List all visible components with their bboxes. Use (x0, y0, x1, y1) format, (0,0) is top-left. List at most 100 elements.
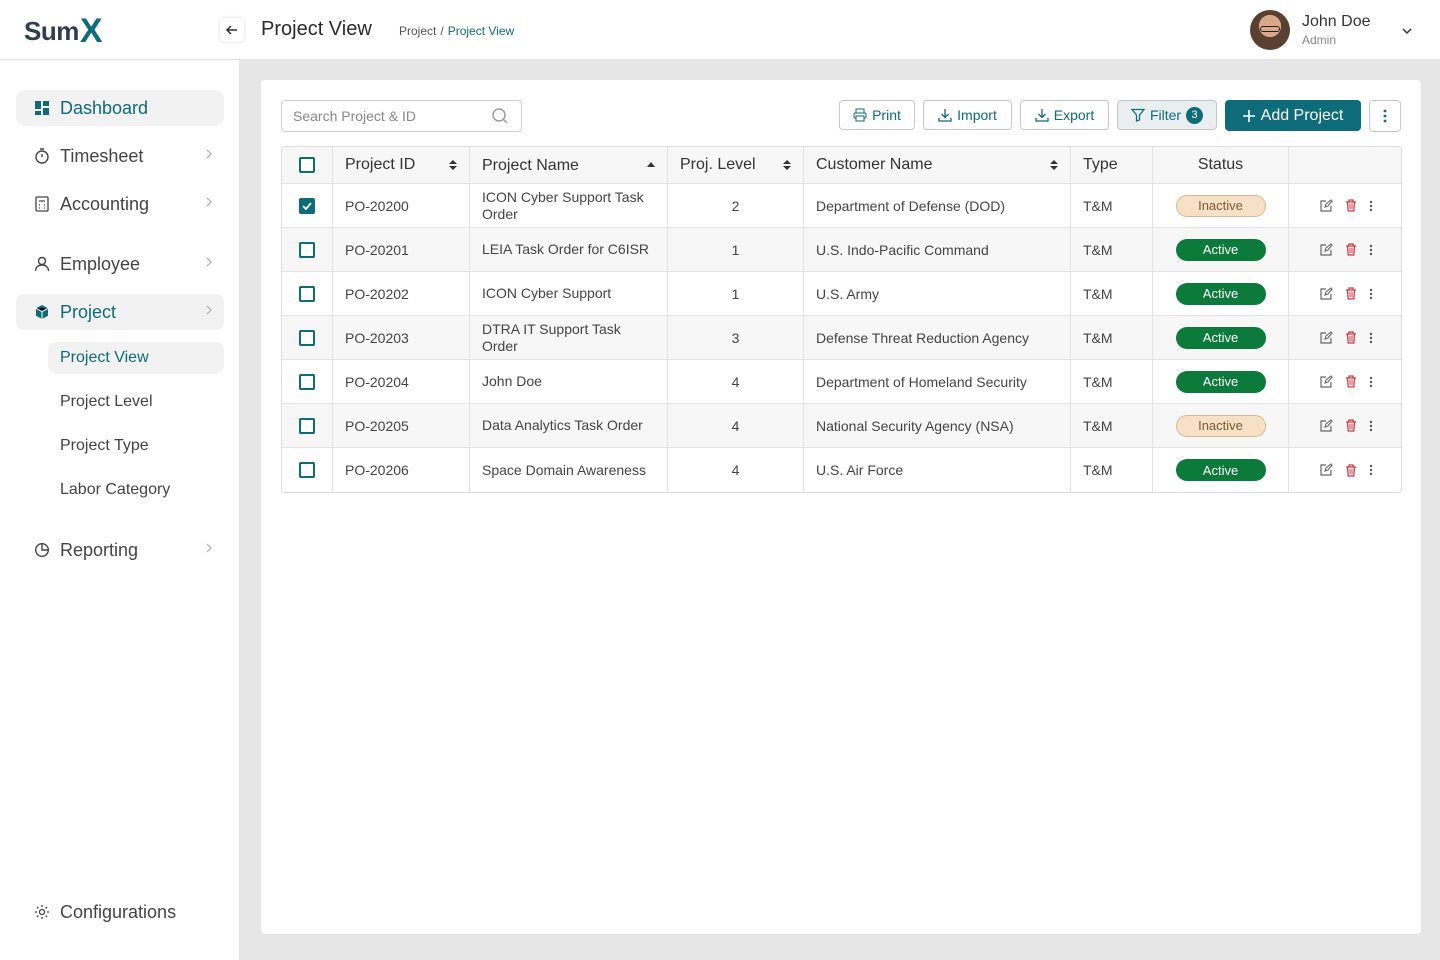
edit-icon[interactable] (1319, 418, 1333, 433)
table-row[interactable]: PO-20203 DTRA IT Support Task Order 3 Defen… (282, 316, 1401, 360)
row-checkbox[interactable] (299, 285, 315, 302)
row-checkbox[interactable] (299, 241, 315, 258)
column-header-customer-name[interactable]: Customer Name (804, 147, 1071, 183)
sidebar-item-reporting[interactable]: Reporting (16, 532, 224, 568)
table-row[interactable]: PO-20200 ICON Cyber Support Task Order 2 De… (282, 184, 1401, 228)
user-menu[interactable]: John Doe Admin (1250, 10, 1412, 50)
sidebar-subitem-project-view[interactable]: Project View (48, 342, 224, 374)
row-checkbox[interactable] (299, 373, 315, 390)
sidebar-item-dashboard[interactable]: Dashboard (16, 90, 224, 126)
search-input[interactable] (281, 100, 522, 132)
sidebar-subitem-project-type[interactable]: Project Type (48, 430, 224, 462)
more-options-button[interactable] (1369, 100, 1401, 132)
chevron-right-icon (206, 257, 212, 267)
row-checkbox[interactable] (299, 462, 315, 478)
project-name-cell: Space Domain Awareness (470, 448, 668, 492)
table-row[interactable]: PO-20205 Data Analytics Task Order 4 Nation… (282, 404, 1401, 448)
user-role: Admin (1302, 33, 1337, 47)
row-checkbox[interactable] (299, 329, 315, 346)
select-all-checkbox[interactable] (299, 157, 315, 173)
table-row[interactable]: PO-20202 ICON Cyber Support 1 U.S. Army T&M A… (282, 272, 1401, 316)
type-cell: T&M (1071, 184, 1153, 227)
search-icon (492, 108, 508, 124)
edit-icon[interactable] (1319, 242, 1333, 257)
project-name-cell: ICON Cyber Support Task Order (470, 184, 668, 227)
row-more-icon[interactable] (1369, 332, 1373, 344)
chevron-down-icon[interactable] (1400, 24, 1414, 38)
row-checkbox[interactable] (299, 197, 315, 214)
gear-icon (34, 904, 50, 920)
delete-icon[interactable] (1345, 419, 1357, 432)
breadcrumb: Project / Project View (399, 24, 514, 38)
project-id-cell: PO-20201 (333, 228, 470, 271)
add-project-button[interactable]: Add Project (1225, 100, 1361, 131)
column-header-proj-level[interactable]: Proj. Level (668, 147, 804, 183)
sidebar-item-label: Timesheet (60, 145, 144, 166)
sort-icon (783, 160, 791, 170)
project-name-cell: DTRA IT Support Task Order (470, 316, 668, 359)
row-more-icon[interactable] (1369, 244, 1373, 256)
edit-icon[interactable] (1319, 463, 1333, 477)
customer-name-cell: Defense Threat Reduction Agency (804, 316, 1071, 359)
import-button[interactable]: Import (923, 100, 1012, 130)
type-cell: T&M (1071, 316, 1153, 359)
edit-icon[interactable] (1319, 286, 1333, 301)
table-header-row: Project ID Project Name Proj. Level Cust… (282, 147, 1401, 184)
table-row[interactable]: PO-20204 John Doe 4 Department of Homeland … (282, 360, 1401, 404)
sidebar-item-accounting[interactable]: Accounting (16, 186, 224, 222)
edit-icon[interactable] (1319, 374, 1333, 389)
sidebar-item-timesheet[interactable]: Timesheet (16, 138, 224, 174)
sidebar-item-project[interactable]: Project (16, 294, 224, 330)
sidebar-item-label: Accounting (60, 193, 150, 214)
row-more-icon[interactable] (1369, 464, 1373, 476)
chevron-right-icon (206, 149, 212, 159)
breadcrumb-separator: / (440, 24, 444, 38)
status-badge: Active (1175, 459, 1266, 481)
edit-icon[interactable] (1319, 330, 1333, 345)
table-row[interactable]: PO-20201 LEIA Task Order for C6ISR 1 U.S. I… (282, 228, 1401, 272)
project-id-cell: PO-20203 (333, 316, 470, 359)
sidebar-item-label: Project (60, 301, 117, 322)
sidebar-subitem-labor-category[interactable]: Labor Category (48, 474, 224, 506)
filter-button[interactable]: Filter 3 (1117, 100, 1217, 130)
sidebar-item-configurations[interactable]: Configurations (16, 894, 224, 930)
pie-chart-icon (34, 542, 50, 558)
row-more-icon[interactable] (1369, 200, 1373, 212)
proj-level-cell: 1 (668, 228, 804, 271)
sidebar-item-label: Reporting (60, 539, 139, 560)
customer-name-cell: National Security Agency (NSA) (804, 404, 1071, 447)
print-button[interactable]: Print (839, 100, 915, 130)
delete-icon[interactable] (1345, 375, 1357, 388)
project-table: Project ID Project Name Proj. Level Cust… (281, 146, 1402, 493)
column-header-project-name[interactable]: Project Name (470, 147, 668, 183)
app-logo[interactable]: Sum X (24, 10, 103, 52)
top-bar: Sum X Project View Project / Project View… (0, 0, 1440, 60)
customer-name-cell: Department of Defense (DOD) (804, 184, 1071, 227)
row-more-icon[interactable] (1369, 376, 1373, 388)
edit-icon[interactable] (1319, 198, 1333, 213)
sidebar-subitem-project-level[interactable]: Project Level (48, 386, 224, 418)
calculator-icon (34, 196, 50, 212)
avatar (1250, 10, 1290, 50)
page-title: Project View (261, 18, 372, 40)
row-more-icon[interactable] (1369, 420, 1373, 432)
delete-icon[interactable] (1345, 463, 1357, 477)
sort-ascending-icon (647, 162, 655, 167)
delete-icon[interactable] (1345, 331, 1357, 344)
delete-icon[interactable] (1345, 243, 1357, 256)
row-checkbox[interactable] (299, 417, 315, 434)
chevron-right-icon (206, 543, 212, 553)
sidebar-item-employee[interactable]: Employee (16, 246, 224, 282)
type-cell: T&M (1071, 228, 1153, 271)
table-row[interactable]: PO-20206 Space Domain Awareness 4 U.S. Air … (282, 448, 1401, 492)
collapse-sidebar-button[interactable] (220, 18, 244, 42)
project-id-cell: PO-20205 (333, 404, 470, 447)
delete-icon[interactable] (1345, 287, 1357, 300)
export-button[interactable]: Export (1020, 100, 1109, 130)
chevron-right-icon (206, 305, 212, 315)
delete-icon[interactable] (1345, 199, 1357, 212)
breadcrumb-project[interactable]: Project (399, 24, 436, 38)
row-more-icon[interactable] (1369, 288, 1373, 300)
column-header-project-id[interactable]: Project ID (333, 147, 470, 183)
project-id-cell: PO-20202 (333, 272, 470, 315)
